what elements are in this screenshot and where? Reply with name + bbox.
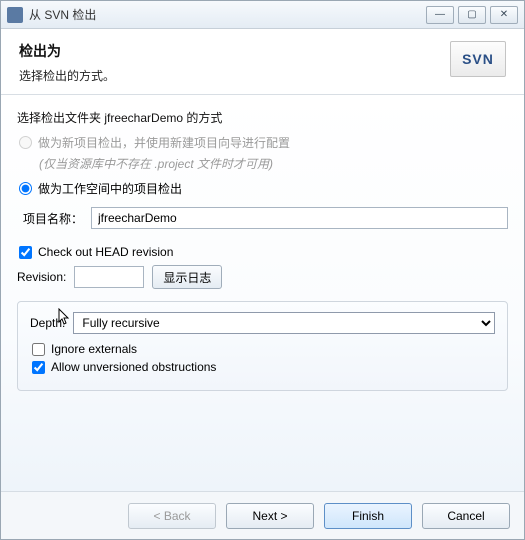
cancel-button[interactable]: Cancel <box>422 503 510 529</box>
banner-text: 检出为 选择检出的方式。 <box>19 41 450 84</box>
check-ignore-externals[interactable] <box>32 343 45 356</box>
next-button[interactable]: Next > <box>226 503 314 529</box>
close-button[interactable]: ✕ <box>490 6 518 24</box>
minimize-button[interactable]: — <box>426 6 454 24</box>
radio-workspace-row[interactable]: 做为工作空间中的项目检出 <box>17 180 508 197</box>
banner-subtitle: 选择检出的方式。 <box>19 67 450 84</box>
svn-logo-icon: SVN <box>450 41 506 77</box>
allow-unversioned-row[interactable]: Allow unversioned obstructions <box>30 360 495 374</box>
project-name-row: 项目名称： <box>23 207 508 229</box>
new-project-hint: (仅当资源库中不存在 .project 文件时才可用) <box>39 155 508 172</box>
check-head-revision[interactable] <box>19 246 32 259</box>
app-icon <box>7 7 23 23</box>
depth-group: Depth: Fully recursive Ignore externals … <box>17 301 508 391</box>
finish-button[interactable]: Finish <box>324 503 412 529</box>
depth-select[interactable]: Fully recursive <box>73 312 495 334</box>
check-head-revision-label: Check out HEAD revision <box>38 245 173 259</box>
project-name-label: 项目名称： <box>23 210 83 227</box>
maximize-button[interactable]: ▢ <box>458 6 486 24</box>
revision-label: Revision: <box>17 270 66 284</box>
radio-workspace[interactable] <box>19 182 32 195</box>
depth-label: Depth: <box>30 316 65 330</box>
project-name-input[interactable] <box>91 207 508 229</box>
radio-new-project-label: 做为新项目检出，并使用新建项目向导进行配置 <box>38 134 290 151</box>
checkout-mode-label: 选择检出文件夹 jfreecharDemo 的方式 <box>17 109 508 126</box>
radio-workspace-label: 做为工作空间中的项目检出 <box>38 180 182 197</box>
wizard-footer: < Back Next > Finish Cancel <box>1 491 524 539</box>
ignore-externals-row[interactable]: Ignore externals <box>30 342 495 356</box>
wizard-banner: 检出为 选择检出的方式。 SVN <box>1 29 524 95</box>
back-button: < Back <box>128 503 216 529</box>
allow-unversioned-label: Allow unversioned obstructions <box>51 360 216 374</box>
radio-new-project-row: 做为新项目检出，并使用新建项目向导进行配置 <box>17 134 508 151</box>
window-title: 从 SVN 检出 <box>29 6 426 23</box>
wizard-content: 选择检出文件夹 jfreecharDemo 的方式 做为新项目检出，并使用新建项… <box>1 95 524 491</box>
revision-row: Revision: 显示日志 <box>17 265 508 289</box>
head-revision-row[interactable]: Check out HEAD revision <box>17 245 508 259</box>
dialog-window: 从 SVN 检出 — ▢ ✕ 检出为 选择检出的方式。 SVN 选择检出文件夹 … <box>0 0 525 540</box>
check-allow-unversioned[interactable] <box>32 361 45 374</box>
radio-new-project <box>19 136 32 149</box>
window-controls: — ▢ ✕ <box>426 6 518 24</box>
banner-title: 检出为 <box>19 41 450 61</box>
show-log-button[interactable]: 显示日志 <box>152 265 222 289</box>
ignore-externals-label: Ignore externals <box>51 342 137 356</box>
revision-input <box>74 266 144 288</box>
titlebar: 从 SVN 检出 — ▢ ✕ <box>1 1 524 29</box>
depth-row: Depth: Fully recursive <box>30 312 495 334</box>
